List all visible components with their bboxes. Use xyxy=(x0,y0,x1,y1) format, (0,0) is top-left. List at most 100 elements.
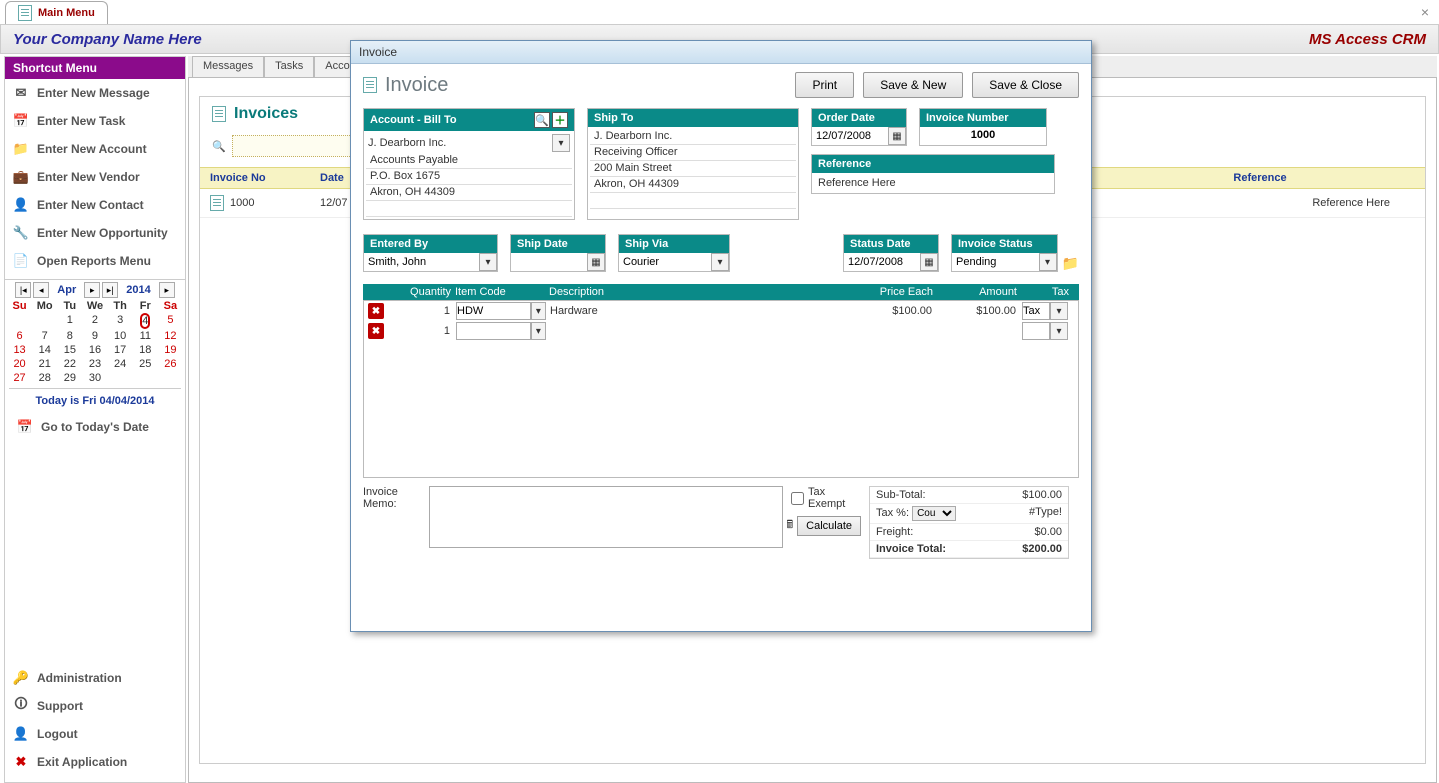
cal-day xyxy=(34,314,55,328)
sidebar-administration[interactable]: 🔑Administration xyxy=(5,664,185,692)
cal-day[interactable]: 9 xyxy=(84,330,105,342)
col-reference: Reference xyxy=(1110,172,1410,184)
cal-day xyxy=(9,314,30,328)
today-label: Today is Fri 04/04/2014 xyxy=(9,388,181,413)
lookup-icon[interactable]: 🔍 xyxy=(534,112,550,128)
dropdown-icon[interactable]: ▾ xyxy=(1050,322,1068,340)
dropdown-icon[interactable]: ▾ xyxy=(552,134,570,152)
dropdown-icon[interactable]: ▾ xyxy=(1050,302,1068,320)
sidebar-item-new-vendor[interactable]: 💼Enter New Vendor xyxy=(5,163,185,191)
sidebar-exit[interactable]: ✖Exit Application xyxy=(5,748,185,776)
doc-icon xyxy=(212,106,226,122)
folder-icon[interactable]: 📁 xyxy=(1062,255,1079,272)
cal-day[interactable]: 10 xyxy=(110,330,131,342)
calc-icon: 🖩 xyxy=(787,516,794,536)
cal-year-next-button[interactable]: ▸ xyxy=(159,282,175,298)
main-menu-tab[interactable]: Main Menu xyxy=(5,1,108,24)
calendar-icon[interactable]: ▦ xyxy=(888,127,906,145)
cal-day[interactable]: 29 xyxy=(59,372,80,384)
order-date-input[interactable] xyxy=(812,127,888,145)
cal-day[interactable]: 6 xyxy=(9,330,30,342)
cal-day[interactable]: 13 xyxy=(9,344,30,356)
save-new-button[interactable]: Save & New xyxy=(863,72,963,98)
print-button[interactable]: Print xyxy=(795,72,854,98)
cal-day[interactable]: 12 xyxy=(160,330,181,342)
cal-prev-button[interactable]: ◂ xyxy=(33,282,49,298)
exit-icon: ✖ xyxy=(13,754,29,770)
memo-input[interactable] xyxy=(429,486,783,548)
tax-input[interactable] xyxy=(1022,322,1050,340)
sidebar-logout[interactable]: 👤Logout xyxy=(5,720,185,748)
shortcut-sidebar: Shortcut Menu ✉Enter New Message 📅Enter … xyxy=(4,56,186,783)
cal-day[interactable]: 16 xyxy=(84,344,105,356)
sidebar-item-new-opportunity[interactable]: 🔧Enter New Opportunity xyxy=(5,219,185,247)
cal-day[interactable]: 24 xyxy=(110,358,131,370)
ship-date-input[interactable] xyxy=(511,253,587,271)
cal-day[interactable]: 26 xyxy=(160,358,181,370)
save-close-button[interactable]: Save & Close xyxy=(972,72,1079,98)
cal-day[interactable]: 17 xyxy=(110,344,131,356)
delete-row-button[interactable]: ✖ xyxy=(368,323,384,339)
cal-day[interactable]: 27 xyxy=(9,372,30,384)
cal-day[interactable]: 20 xyxy=(9,358,30,370)
sidebar-item-new-account[interactable]: 📁Enter New Account xyxy=(5,135,185,163)
tax-select[interactable]: Cou xyxy=(912,506,956,521)
cal-day[interactable]: 5 xyxy=(160,314,181,328)
cal-day[interactable]: 25 xyxy=(135,358,156,370)
close-icon[interactable]: × xyxy=(1421,4,1429,20)
tab-tasks[interactable]: Tasks xyxy=(264,56,314,77)
cal-day[interactable]: 3 xyxy=(110,314,131,328)
cal-day[interactable]: 8 xyxy=(59,330,80,342)
dropdown-icon[interactable]: ▾ xyxy=(531,322,546,340)
delete-row-button[interactable]: ✖ xyxy=(368,303,384,319)
calendar-icon[interactable]: ▦ xyxy=(587,253,605,271)
sidebar-item-reports[interactable]: 📄Open Reports Menu xyxy=(5,247,185,275)
calendar-icon: 📅 xyxy=(17,419,33,435)
cal-day[interactable]: 22 xyxy=(59,358,80,370)
dropdown-icon[interactable]: ▾ xyxy=(479,253,497,271)
invoice-status-input[interactable] xyxy=(952,253,1039,271)
wrench-icon: 🔧 xyxy=(13,225,29,241)
cal-first-button[interactable]: |◂ xyxy=(15,282,31,298)
cal-day[interactable]: 7 xyxy=(34,330,55,342)
calculate-button[interactable]: Calculate xyxy=(797,516,861,536)
entered-by-input[interactable] xyxy=(364,253,479,271)
tax-exempt-checkbox[interactable] xyxy=(791,492,804,505)
item-code-input[interactable] xyxy=(456,302,531,320)
tax-input[interactable] xyxy=(1022,302,1050,320)
dropdown-icon[interactable]: ▾ xyxy=(531,302,546,320)
cal-day[interactable]: 1 xyxy=(59,314,80,328)
col-invoice-no: Invoice No xyxy=(210,172,320,184)
sidebar-support[interactable]: 🛈Support xyxy=(5,692,185,720)
ship-via-input[interactable] xyxy=(619,253,711,271)
cal-day xyxy=(135,372,156,384)
sidebar-item-new-contact[interactable]: 👤Enter New Contact xyxy=(5,191,185,219)
cal-last-button[interactable]: ▸| xyxy=(102,282,118,298)
brand-name: MS Access CRM xyxy=(1309,31,1426,48)
message-icon: ✉ xyxy=(13,85,29,101)
sidebar-item-new-message[interactable]: ✉Enter New Message xyxy=(5,79,185,107)
cal-next-button[interactable]: ▸ xyxy=(84,282,100,298)
invoice-number-input[interactable] xyxy=(920,127,1046,143)
cal-day[interactable]: 21 xyxy=(34,358,55,370)
dropdown-icon[interactable]: ▾ xyxy=(711,253,729,271)
cal-day[interactable]: 19 xyxy=(160,344,181,356)
cal-day[interactable]: 18 xyxy=(135,344,156,356)
cal-day[interactable]: 15 xyxy=(59,344,80,356)
cal-day[interactable]: 23 xyxy=(84,358,105,370)
calendar-icon[interactable]: ▦ xyxy=(920,253,938,271)
item-code-input[interactable] xyxy=(456,322,531,340)
cal-day[interactable]: 28 xyxy=(34,372,55,384)
cal-day[interactable]: 4 xyxy=(135,314,156,328)
dropdown-icon[interactable]: ▾ xyxy=(1039,253,1057,271)
cal-day[interactable]: 30 xyxy=(84,372,105,384)
status-date-input[interactable] xyxy=(844,253,920,271)
cal-day[interactable]: 2 xyxy=(84,314,105,328)
cal-day[interactable]: 14 xyxy=(34,344,55,356)
sidebar-item-new-task[interactable]: 📅Enter New Task xyxy=(5,107,185,135)
entered-by-section: Entered By ▾ xyxy=(363,234,498,272)
tab-messages[interactable]: Messages xyxy=(192,56,264,77)
cal-day[interactable]: 11 xyxy=(135,330,156,342)
goto-today[interactable]: 📅Go to Today's Date xyxy=(9,413,181,441)
add-icon[interactable]: ＋ xyxy=(552,112,568,128)
